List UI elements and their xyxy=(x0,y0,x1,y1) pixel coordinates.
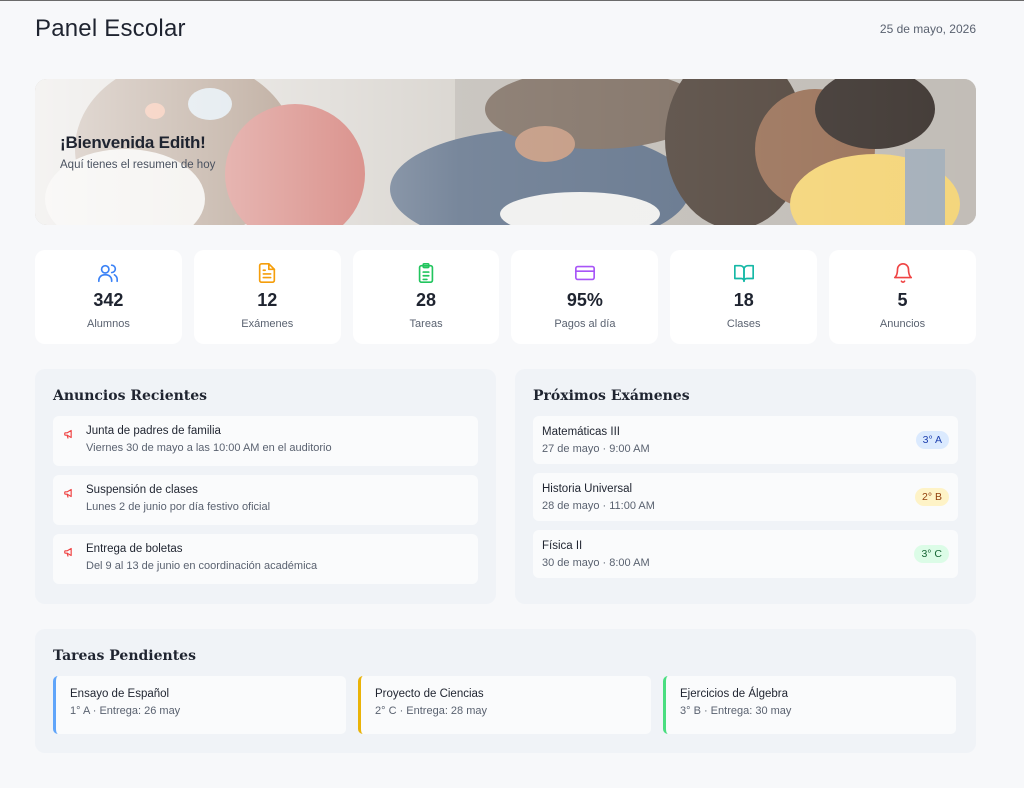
exam-item[interactable]: Física II 30 de mayo · 8:00 AM 3° C xyxy=(533,530,958,578)
stat-value: 28 xyxy=(416,290,437,310)
stat-card-anuncios[interactable]: 5 Anuncios xyxy=(829,250,976,344)
stat-label: Alumnos xyxy=(87,318,130,330)
announcement-title: Junta de padres de familia xyxy=(86,425,221,437)
megaphone-icon xyxy=(64,429,72,439)
announcements-panel: Anuncios Recientes Junta de padres de fa… xyxy=(35,369,496,604)
tasks-panel: Tareas Pendientes Ensayo de Español 1° A… xyxy=(35,629,976,753)
megaphone-icon xyxy=(64,488,72,498)
bell-icon xyxy=(893,263,912,283)
exam-datetime: 28 de mayo · 11:00 AM xyxy=(542,499,655,512)
clipboard-icon xyxy=(418,263,434,283)
page-title: Panel Escolar xyxy=(35,15,186,42)
stat-label: Anuncios xyxy=(879,318,926,330)
announcement-item[interactable]: Junta de padres de familia Viernes 30 de… xyxy=(53,416,478,466)
exam-item[interactable]: Matemáticas III 27 de mayo · 9:00 AM 3° … xyxy=(533,416,958,464)
announcements-title: Anuncios Recientes xyxy=(53,388,208,404)
exam-subject: Física II xyxy=(542,539,583,552)
exams-panel: Próximos Exámenes Matemáticas III 27 de … xyxy=(515,369,976,604)
announcement-detail: Viernes 30 de mayo a las 10:00 AM en el … xyxy=(86,442,332,454)
stat-label: Tareas xyxy=(409,318,443,330)
info-row: Anuncios Recientes Junta de padres de fa… xyxy=(35,369,976,604)
announcement-detail: Lunes 2 de junio por día festivo oficial xyxy=(86,501,271,513)
task-title: Ejercicios de Álgebra xyxy=(680,688,789,700)
stat-card-alumnos[interactable]: 342 Alumnos xyxy=(35,250,182,344)
document-icon xyxy=(259,263,276,283)
exam-subject: Historia Universal xyxy=(542,482,633,495)
exam-datetime: 30 de mayo · 8:00 AM xyxy=(542,556,650,569)
tasks-list: Ensayo de Español 1° A · Entrega: 26 may… xyxy=(53,676,958,734)
megaphone-icon xyxy=(64,547,72,557)
announcement-item[interactable]: Suspensión de clases Lunes 2 de junio po… xyxy=(53,475,478,525)
exam-subject: Matemáticas III xyxy=(542,425,620,438)
task-detail: 1° A · Entrega: 26 may xyxy=(70,705,181,717)
task-title: Proyecto de Ciencias xyxy=(375,688,484,700)
stat-label: Clases xyxy=(726,318,761,330)
welcome-banner: ¡Bienvenida Edith! Aquí tienes el resume… xyxy=(35,79,976,225)
group-badge: 3° C xyxy=(914,545,949,563)
dashboard-page: Panel Escolar 25 de mayo, 2026 ¡Bienveni… xyxy=(35,1,976,753)
task-detail: 3° B · Entrega: 30 may xyxy=(680,705,792,717)
task-item[interactable]: Ejercicios de Álgebra 3° B · Entrega: 30… xyxy=(663,676,956,734)
header: Panel Escolar 25 de mayo, 2026 xyxy=(35,1,976,79)
stat-value: 5 xyxy=(897,290,908,310)
task-detail: 2° C · Entrega: 28 may xyxy=(375,705,488,717)
group-badge: 3° A xyxy=(915,431,949,449)
task-item[interactable]: Proyecto de Ciencias 2° C · Entrega: 28 … xyxy=(358,676,651,734)
stat-value: 95% xyxy=(566,290,603,310)
announcement-title: Entrega de boletas xyxy=(86,543,183,555)
exams-list: Matemáticas III 27 de mayo · 9:00 AM 3° … xyxy=(533,416,958,578)
stat-value: 12 xyxy=(257,290,278,310)
stat-value: 18 xyxy=(733,290,754,310)
group-badge: 2° B xyxy=(915,488,949,506)
stat-label: Pagos al día xyxy=(554,318,616,330)
stat-card-clases[interactable]: 18 Clases xyxy=(670,250,818,344)
banner-text: ¡Bienvenida Edith! Aquí tienes el resume… xyxy=(60,133,215,171)
credit-card-icon xyxy=(574,265,595,281)
stat-label: Exámenes xyxy=(241,318,294,330)
welcome-subtitle: Aquí tienes el resumen de hoy xyxy=(60,159,216,171)
welcome-title: ¡Bienvenida Edith! xyxy=(60,133,206,152)
tasks-title: Tareas Pendientes xyxy=(53,648,196,664)
stat-value: 342 xyxy=(93,290,124,310)
current-date: 25 de mayo, 2026 xyxy=(879,22,976,36)
task-title: Ensayo de Español xyxy=(70,688,170,700)
stat-card-tareas[interactable]: 28 Tareas xyxy=(352,250,500,344)
exam-datetime: 27 de mayo · 9:00 AM xyxy=(542,442,650,455)
exam-item[interactable]: Historia Universal 28 de mayo · 11:00 AM… xyxy=(533,473,958,521)
stats-row: 342 Alumnos 12 Exámenes 28 Tareas 95% Pa… xyxy=(35,250,976,344)
exams-title: Próximos Exámenes xyxy=(533,388,690,404)
users-icon xyxy=(98,264,119,283)
stat-card-pagos[interactable]: 95% Pagos al día xyxy=(511,250,659,344)
task-item[interactable]: Ensayo de Español 1° A · Entrega: 26 may xyxy=(53,676,346,734)
announcements-list: Junta de padres de familia Viernes 30 de… xyxy=(53,416,478,584)
announcement-item[interactable]: Entrega de boletas Del 9 al 13 de junio … xyxy=(53,534,478,584)
stat-card-examenes[interactable]: 12 Exámenes xyxy=(193,250,341,344)
announcement-detail: Del 9 al 13 de junio en coordinación aca… xyxy=(86,560,318,572)
book-icon xyxy=(733,264,754,283)
announcement-title: Suspensión de clases xyxy=(86,484,198,496)
